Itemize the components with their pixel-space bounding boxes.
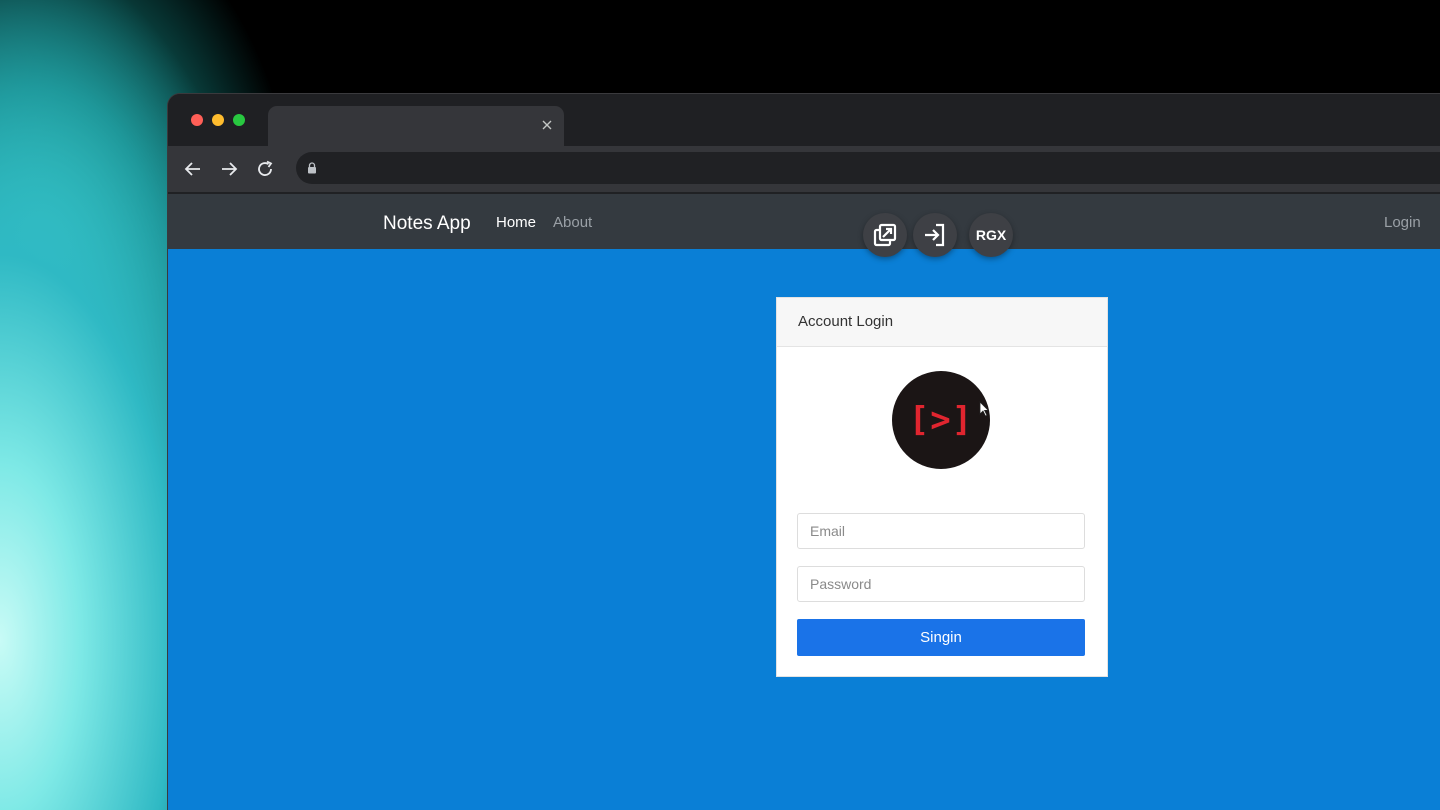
app-navbar: Notes App Home About Login — [168, 194, 1440, 249]
close-window-button[interactable] — [191, 114, 203, 126]
tab-strip — [168, 94, 1440, 146]
browser-window: Notes App Home About Login RGX Account L… — [168, 94, 1440, 810]
extension-login-button[interactable] — [913, 213, 957, 257]
rgx-label: RGX — [975, 227, 1007, 243]
password-field[interactable] — [797, 566, 1085, 602]
mouse-cursor-icon — [979, 401, 989, 417]
forward-arrow-icon[interactable] — [219, 159, 239, 179]
maximize-window-button[interactable] — [233, 114, 245, 126]
nav-about-link[interactable]: About — [553, 214, 592, 231]
signin-button[interactable]: Singin — [797, 619, 1085, 656]
page-viewport: Notes App Home About Login RGX Account L… — [168, 194, 1440, 810]
browser-tab[interactable] — [268, 106, 564, 146]
extension-rgx-button[interactable]: RGX — [969, 213, 1013, 257]
card-title: Account Login — [777, 298, 1107, 347]
lock-icon — [308, 162, 316, 174]
sign-in-icon — [925, 223, 945, 247]
logo-text: [>] — [908, 400, 974, 440]
popout-icon — [873, 223, 897, 247]
email-field[interactable] — [797, 513, 1085, 549]
terminal-logo: [>] — [892, 371, 990, 469]
reload-icon[interactable] — [255, 159, 275, 179]
brand-link[interactable]: Notes App — [383, 213, 471, 235]
close-icon[interactable] — [540, 118, 554, 132]
extension-popout-button[interactable] — [863, 213, 907, 257]
nav-login-link[interactable]: Login — [1384, 214, 1421, 231]
back-arrow-icon[interactable] — [183, 159, 203, 179]
minimize-window-button[interactable] — [212, 114, 224, 126]
browser-toolbar — [168, 146, 1440, 192]
login-card: Account Login [>] Singin — [776, 297, 1108, 677]
address-bar[interactable] — [296, 152, 1440, 184]
nav-home-link[interactable]: Home — [496, 214, 536, 231]
